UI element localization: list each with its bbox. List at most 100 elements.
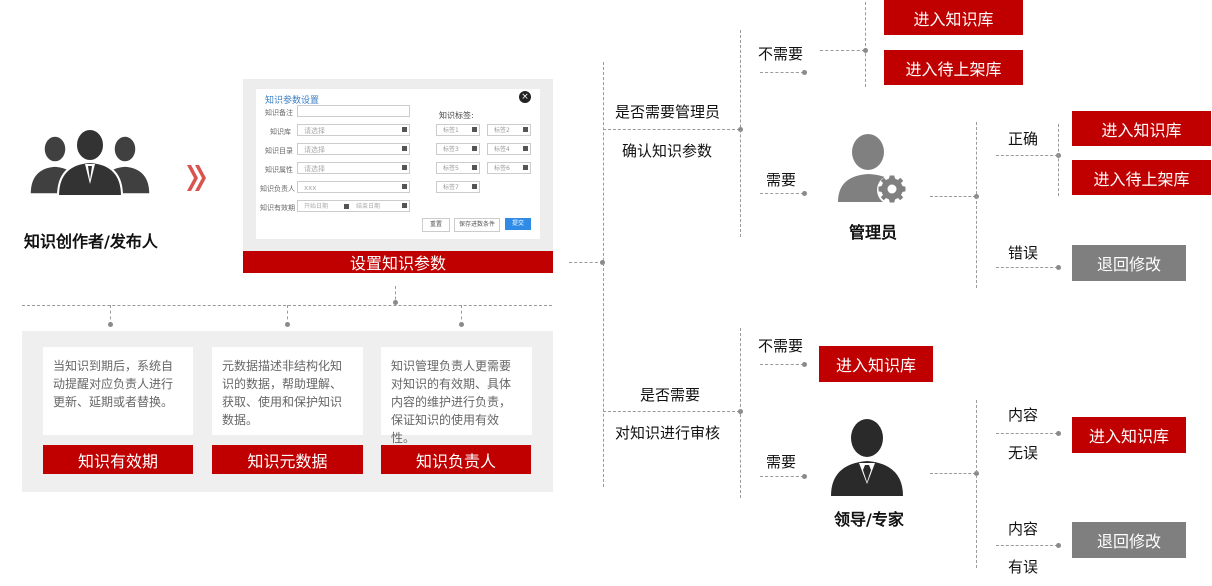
card-validity-title: 知识有效期 <box>43 445 193 474</box>
catalog-placeholder: 请选择 <box>304 146 325 154</box>
top-no-pending-button: 进入待上架库 <box>884 50 1023 85</box>
admin-label: 管理员 <box>849 223 898 242</box>
field-label-remark: 知识备注 <box>265 109 293 117</box>
creator-label: 知识创作者/发布人 <box>24 232 158 251</box>
double-chevron-icon <box>186 164 208 196</box>
card1-stem-dot <box>108 322 113 327</box>
validity-end: 结束日期 <box>356 203 381 210</box>
bottom-no-line <box>760 364 804 365</box>
kb-placeholder: 请选择 <box>304 127 325 135</box>
admin-icon <box>836 132 912 210</box>
submit-button[interactable]: 提交 <box>505 218 531 230</box>
top-no-split-vertical <box>865 2 866 87</box>
tag-2[interactable]: 标签2 <box>487 124 531 136</box>
tag-1[interactable]: 标签1 <box>436 124 480 136</box>
field-label-kb: 知识库 <box>270 128 291 136</box>
tag-4[interactable]: 标签4 <box>487 143 531 155</box>
error-dot <box>1056 265 1061 270</box>
card-owner-title: 知识负责人 <box>381 445 531 474</box>
card-metadata-title: 知识元数据 <box>212 445 363 474</box>
main-vertical-line <box>603 62 604 487</box>
bottom-no-label: 不需要 <box>758 337 804 355</box>
close-icon[interactable]: × <box>519 91 531 103</box>
tag-3[interactable]: 标签3 <box>436 143 480 155</box>
bottom-no-dot <box>802 362 807 367</box>
field-validity-range[interactable]: 开始日期 结束日期 <box>297 200 410 212</box>
tags-label: 知识标签: <box>439 111 474 120</box>
field-label-owner: 知识负责人 <box>260 185 295 193</box>
admin-out-line <box>930 196 976 197</box>
top-question-line1: 是否需要管理员 <box>615 103 721 121</box>
card-metadata-text: 元数据描述非结构化知识的数据，帮助理解、获取、使用和保护知识数据。 <box>212 347 363 435</box>
correct-line <box>996 155 1058 156</box>
tag-1-label: 标签1 <box>443 127 459 134</box>
connector-form <box>569 262 603 263</box>
tag-3-label: 标签3 <box>443 146 459 153</box>
form-dialog: 知识参数设置 × 知识备注 知识库 请选择 知识目录 请选择 知识属性 请选择 … <box>256 89 540 239</box>
correct-label: 正确 <box>1008 130 1039 148</box>
top-no-line <box>760 72 804 73</box>
error-line <box>996 267 1058 268</box>
top-no-kb-button: 进入知识库 <box>884 0 1023 35</box>
reset-button[interactable]: 重置 <box>422 218 450 232</box>
admin-split-vertical <box>976 122 977 288</box>
attribute-placeholder: 请选择 <box>304 165 325 173</box>
top-branch-vertical <box>740 30 741 237</box>
field-attribute-select[interactable]: 请选择 <box>297 162 410 174</box>
err-label-line2: 有误 <box>1008 558 1039 576</box>
form-caption: 设置知识参数 <box>243 251 553 273</box>
error-back-button: 退回修改 <box>1072 245 1186 281</box>
bottom-yes-dot <box>802 474 807 479</box>
bottom-yes-line <box>760 476 804 477</box>
tag-6[interactable]: 标签6 <box>487 162 531 174</box>
field-kb-select[interactable]: 请选择 <box>297 124 410 136</box>
top-yes-dot <box>802 191 807 196</box>
leader-split-vertical <box>976 400 977 568</box>
err-label-line1: 内容 <box>1008 520 1039 538</box>
correct-split-vertical <box>1058 124 1059 196</box>
field-catalog-select[interactable]: 请选择 <box>297 143 410 155</box>
top-yes-line <box>760 193 804 194</box>
tag-7-label: 标签7 <box>443 184 459 191</box>
tag-2-label: 标签2 <box>494 127 510 134</box>
err-back-button: 退回修改 <box>1072 522 1186 558</box>
correct-kb-button: 进入知识库 <box>1072 111 1211 146</box>
bottom-question-line <box>603 411 740 412</box>
creator-group-icon <box>28 128 152 197</box>
tag-6-label: 标签6 <box>494 165 510 172</box>
owner-placeholder: xxx <box>304 184 317 192</box>
err-dot <box>1056 543 1061 548</box>
save-condition-button[interactable]: 保存进数条件 <box>454 218 500 232</box>
tag-5-label: 标签5 <box>443 165 459 172</box>
cards-stem-dot <box>393 300 398 305</box>
field-remark-input[interactable] <box>297 105 410 117</box>
field-owner-select[interactable]: xxx <box>297 181 410 193</box>
ok-kb-button: 进入知识库 <box>1072 417 1186 453</box>
top-no-label: 不需要 <box>758 45 804 63</box>
card3-stem-dot <box>459 322 464 327</box>
leader-out-line <box>930 473 976 474</box>
bottom-no-kb-button: 进入知识库 <box>819 346 933 382</box>
field-label-catalog: 知识目录 <box>265 147 293 155</box>
card-owner-text: 知识管理负责人更需要对知识的有效期、具体内容的维护进行负责，保证知识的使用有效性… <box>381 347 532 445</box>
card-validity-text: 当知识到期后，系统自动提醒对应负责人进行更新、延期或者替换。 <box>43 347 193 435</box>
bottom-yes-label: 需要 <box>766 453 797 471</box>
tag-5[interactable]: 标签5 <box>436 162 480 174</box>
field-label-attribute: 知识属性 <box>265 166 293 174</box>
field-label-validity: 知识有效期 <box>260 204 295 212</box>
ok-label-line2: 无误 <box>1008 444 1039 462</box>
top-no-to-split <box>820 50 865 51</box>
tag-7[interactable]: 标签7 <box>436 181 480 193</box>
correct-pending-button: 进入待上架库 <box>1072 160 1211 195</box>
calendar-icon <box>344 204 349 209</box>
card2-stem-dot <box>285 322 290 327</box>
ok-dot <box>1056 431 1061 436</box>
ok-line <box>996 433 1058 434</box>
top-no-split-dot <box>863 48 868 53</box>
ok-label-line1: 内容 <box>1008 406 1039 424</box>
leader-label: 领导/专家 <box>834 510 904 529</box>
validity-start: 开始日期 <box>304 203 329 210</box>
top-no-dot <box>802 70 807 75</box>
top-question-line <box>603 129 740 130</box>
bottom-question-line2: 对知识进行审核 <box>615 424 721 442</box>
